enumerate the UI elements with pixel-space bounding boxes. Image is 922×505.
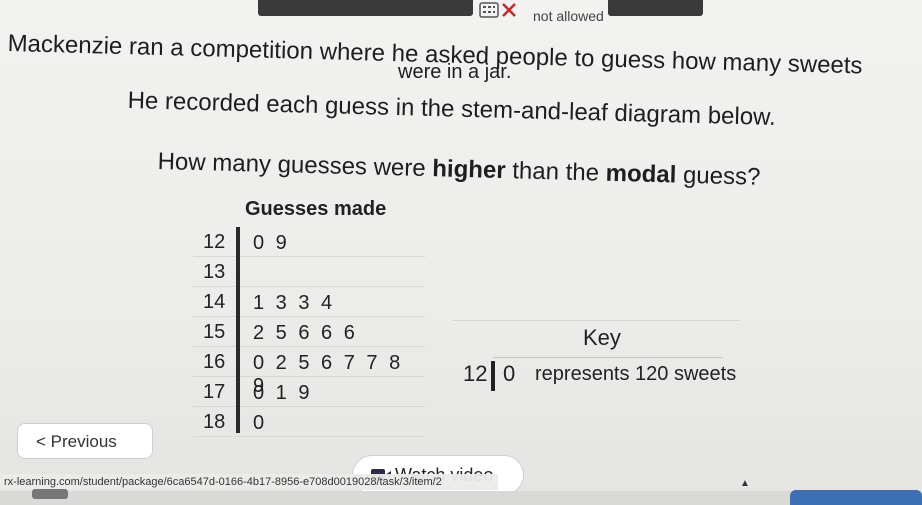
leaf-values: 0 bbox=[253, 412, 268, 434]
stem-leaf-row: 13 bbox=[193, 257, 425, 287]
question-line-3: He recorded each guess in the stem-and-l… bbox=[127, 87, 777, 131]
leaf-values: 2 5 6 6 6 bbox=[253, 322, 358, 344]
question-emphasis-higher: higher bbox=[431, 155, 507, 185]
stem-value: 12 bbox=[203, 231, 226, 253]
question-line-4: How many guesses were higher than the mo… bbox=[157, 148, 760, 192]
stem-leaf-row: 15 2 5 6 6 6 bbox=[193, 317, 425, 347]
stem-value: 14 bbox=[203, 291, 226, 313]
stem-leaf-divider bbox=[236, 227, 240, 433]
previous-button[interactable]: < Previous bbox=[17, 423, 153, 459]
question-line-2: were in a jar. bbox=[398, 61, 512, 83]
bottom-chip bbox=[32, 489, 68, 499]
key-divider bbox=[491, 361, 495, 391]
stem-value: 13 bbox=[203, 261, 226, 283]
stem-value: 15 bbox=[203, 321, 226, 343]
top-bar-left bbox=[258, 0, 473, 16]
stem-leaf-row: 14 1 3 3 4 bbox=[193, 287, 425, 317]
key-title: Key bbox=[583, 325, 621, 350]
leaf-values: 0 1 9 bbox=[253, 382, 313, 404]
stem-leaf-row: 16 0 2 5 6 7 7 8 9 bbox=[193, 347, 425, 397]
stem-value: 17 bbox=[203, 381, 226, 403]
status-url: rx-learning.com/student/package/6ca6547d… bbox=[0, 474, 498, 490]
stem-value: 16 bbox=[203, 351, 226, 373]
leaf-values: 0 9 bbox=[253, 232, 290, 254]
bottom-blue-button[interactable] bbox=[790, 490, 922, 505]
key-rule bbox=[493, 357, 723, 358]
cursor-icon: ▲ bbox=[740, 478, 750, 489]
stem-leaf-row: 17 0 1 9 bbox=[193, 377, 425, 407]
key-stem: 12 bbox=[463, 361, 488, 386]
key-box: Key 12 0 represents 120 sweets bbox=[453, 320, 740, 413]
question-text: How many guesses were bbox=[157, 148, 433, 183]
stem-leaf-row: 18 0 bbox=[193, 407, 425, 437]
question-emphasis-modal: modal bbox=[605, 159, 677, 189]
calculator-crossed-icon bbox=[476, 1, 520, 21]
top-bar-right bbox=[608, 0, 703, 16]
question-text: than the bbox=[505, 157, 607, 187]
stem-leaf-table: 12 0 9 13 14 1 3 3 4 15 2 5 6 6 6 16 0 2 5 6 7 7… bbox=[193, 227, 425, 437]
bottom-strip bbox=[0, 491, 922, 505]
calculator-status: not allowed bbox=[533, 8, 604, 24]
question-text: guess? bbox=[676, 161, 761, 191]
stem-leaf-row: 12 0 9 bbox=[193, 227, 425, 257]
key-leaf: 0 bbox=[503, 361, 516, 386]
leaf-values: 1 3 3 4 bbox=[253, 292, 336, 314]
stem-value: 18 bbox=[203, 411, 226, 433]
diagram-title: Guesses made bbox=[245, 198, 387, 220]
key-text: represents 120 sweets bbox=[535, 363, 737, 385]
